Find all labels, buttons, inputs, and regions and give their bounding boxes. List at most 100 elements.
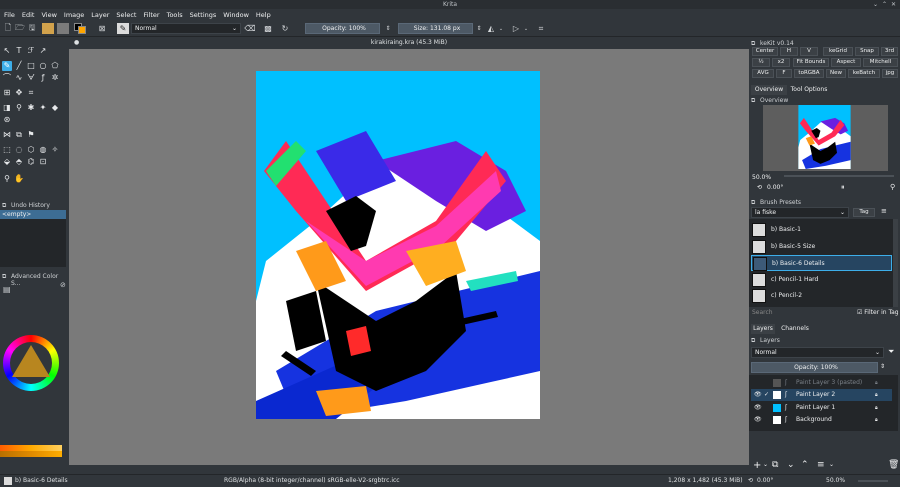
kekit-half-button[interactable]: ½	[752, 58, 770, 67]
line-tool-icon[interactable]: ╱	[14, 61, 24, 71]
layer-row-selected[interactable]: 👁︎ ✓ ʃ Paint Layer 2 🔒︎	[751, 389, 892, 401]
bezier-select-icon[interactable]: ⌬	[26, 157, 36, 167]
gradient-swatch[interactable]	[42, 23, 54, 34]
tab-tool-options[interactable]: Tool Options	[789, 85, 829, 95]
kekit-h-button[interactable]: H	[780, 47, 798, 56]
opacity-slider[interactable]: Opacity: 100%	[305, 23, 380, 34]
zoom-slider[interactable]	[784, 175, 894, 177]
rectangle-tool-icon[interactable]: □	[26, 61, 36, 71]
kekit-f-toggle[interactable]: F	[776, 69, 792, 78]
rect-select-icon[interactable]: ⬚	[2, 145, 12, 155]
freehand-select-icon[interactable]: ◍	[38, 145, 48, 155]
crop-icon[interactable]: ⌗	[536, 23, 546, 34]
close-icon[interactable]: ✕	[890, 1, 897, 8]
color-triangle[interactable]	[12, 345, 50, 377]
color-history-bar[interactable]	[0, 451, 62, 457]
kekit-3rd-button[interactable]: 3rd	[881, 47, 898, 56]
mirror-icon[interactable]: ⏸	[841, 183, 845, 192]
menu-settings[interactable]: Settings	[190, 11, 217, 19]
multibrush-icon[interactable]: ✲	[50, 73, 60, 83]
bezier-tool-icon[interactable]: ∿	[14, 73, 24, 83]
tag-button[interactable]: Tag	[853, 208, 875, 217]
polyline-tool-icon[interactable]: ⌒	[2, 73, 12, 83]
panel-float-icon[interactable]: ⧉	[2, 202, 6, 210]
kekit-x2-button[interactable]: x2	[772, 58, 790, 67]
blend-mode-select[interactable]: Normal ⌄	[131, 23, 241, 34]
kekit-v-button[interactable]: V	[800, 47, 818, 56]
menu-view[interactable]: View	[41, 11, 56, 19]
kekit-snap-toggle[interactable]: Snap	[855, 47, 879, 56]
chevron-down-icon[interactable]: ⌄	[523, 23, 529, 34]
magic-wand-icon[interactable]: ✧	[50, 145, 60, 155]
menu-icon[interactable]: ≡	[881, 207, 887, 215]
transform-tool-icon[interactable]: ⊞	[2, 88, 12, 98]
new-document-icon[interactable]: 🗋	[3, 23, 13, 34]
chevron-down-icon[interactable]: ⌄	[763, 461, 768, 468]
delete-layer-icon[interactable]: 🗑︎	[888, 460, 899, 470]
pin-icon[interactable]: ⚲	[890, 183, 895, 191]
menu-edit[interactable]: Edit	[22, 11, 35, 19]
crop-tool-icon[interactable]: ⌗	[26, 88, 36, 98]
preset-item[interactable]: b) Basic-5 Size	[751, 239, 892, 255]
tab-channels[interactable]: Channels	[779, 324, 811, 334]
filter-in-tag-checkbox[interactable]: ☑ Filter in Tag	[857, 309, 899, 316]
ellipse-select-icon[interactable]: ◌	[14, 145, 24, 155]
stepper-icon[interactable]: ⇕	[475, 23, 483, 34]
panel-float-icon[interactable]: ⧉	[751, 199, 755, 207]
stepper-icon[interactable]: ⇕	[384, 23, 392, 34]
preset-scrollbar[interactable]	[893, 219, 898, 307]
menu-image[interactable]: Image	[64, 11, 84, 19]
panel-float-icon[interactable]: ⧉	[2, 273, 6, 281]
zoom-tool-icon[interactable]: ⚲	[2, 174, 12, 184]
text-tool-icon[interactable]: T	[14, 46, 24, 56]
move-layer-down-icon[interactable]: ⌄	[787, 460, 795, 470]
menu-select[interactable]: Select	[116, 11, 136, 19]
kekit-batch-button[interactable]: keBatch	[848, 69, 880, 78]
brush-preset-icon[interactable]: ✎	[117, 23, 129, 34]
fg-bg-color-selector[interactable]	[73, 23, 87, 34]
duplicate-layer-icon[interactable]: ⧉	[772, 460, 778, 470]
move-layer-up-icon[interactable]: ⌃	[801, 460, 809, 470]
visibility-eye-icon[interactable]: 👁︎	[754, 389, 762, 401]
color-wheel[interactable]	[3, 335, 59, 391]
pattern-swatch[interactable]	[57, 23, 69, 34]
layer-row[interactable]: 👁︎ ʃ Paint Layer 1 🔒︎	[751, 402, 892, 414]
freehand-path-icon[interactable]: ᗄ	[26, 73, 36, 83]
kekit-jpg-select[interactable]: jpg	[882, 69, 898, 78]
menu-help[interactable]: Help	[256, 11, 271, 19]
rotate-icon[interactable]: ⟲	[757, 184, 762, 191]
save-icon[interactable]: 🖫	[27, 23, 37, 34]
layer-row[interactable]: 👁︎ ʃ Background 🔒︎	[751, 414, 892, 426]
minimize-icon[interactable]: ⌄	[872, 1, 879, 8]
magnetic-select-icon[interactable]: ⊡	[38, 157, 48, 167]
swap-colors-icon[interactable]: ⊠	[97, 23, 107, 34]
ellipse-tool-icon[interactable]: ○	[38, 61, 48, 71]
status-zoom[interactable]: 50.0%	[826, 475, 845, 487]
mirror-horizontal-icon[interactable]: ◭	[486, 23, 496, 34]
kekit-mitchell-select[interactable]: Mitchell	[863, 58, 898, 67]
kekit-torgba-button[interactable]: toRGBA	[794, 69, 824, 78]
layer-properties-icon[interactable]: ≡	[817, 460, 825, 470]
reference-images-icon[interactable]: ⧉	[14, 130, 24, 140]
smart-patch-icon[interactable]: ✱	[26, 103, 36, 113]
colorize-mask-icon[interactable]: ✦	[38, 103, 48, 113]
eraser-icon[interactable]: ⌫	[244, 23, 255, 34]
lock-icon[interactable]: 🔒︎	[875, 389, 878, 401]
freehand-brush-icon[interactable]: ✎	[2, 61, 12, 71]
preserve-alpha-icon[interactable]: ▩	[263, 23, 273, 34]
pan-tool-icon[interactable]: ✋	[14, 174, 24, 184]
mirror-vertical-icon[interactable]: ▷	[511, 23, 521, 34]
add-layer-icon[interactable]: +	[753, 460, 761, 471]
lock-icon[interactable]: 🔒︎	[875, 402, 878, 414]
stepper-icon[interactable]: ⇕	[880, 363, 885, 370]
kekit-aspect-toggle[interactable]: Aspect	[831, 58, 861, 67]
document-tab[interactable]: ● kirakiraing.kra (45.3 MiB)	[69, 37, 749, 49]
move-tool-icon[interactable]: ✥	[14, 88, 24, 98]
layer-opacity-slider[interactable]: Opacity: 100%	[751, 362, 878, 373]
chevron-down-icon[interactable]: ⌄	[829, 461, 834, 468]
calligraphy-icon[interactable]: ℱ	[26, 46, 36, 56]
visibility-eye-icon[interactable]: 👁︎	[754, 414, 762, 426]
undo-history-list[interactable]	[0, 219, 66, 267]
menu-file[interactable]: File	[4, 11, 15, 19]
preset-item[interactable]: b) Basic-1	[751, 222, 892, 238]
